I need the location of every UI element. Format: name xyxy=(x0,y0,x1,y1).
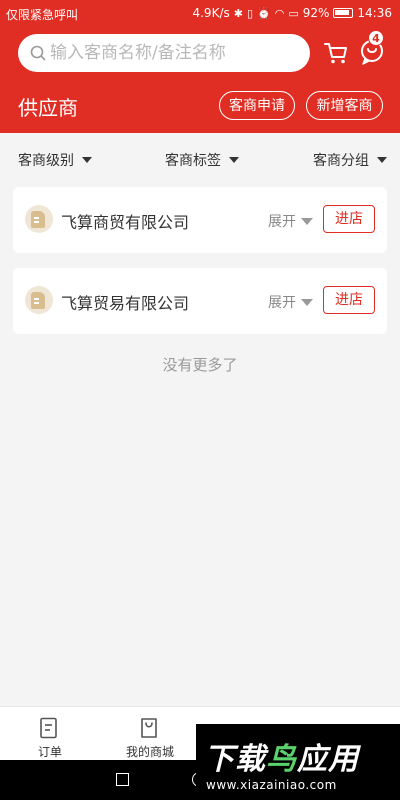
cart-icon xyxy=(324,43,347,64)
tab-orders[interactable]: 订单 xyxy=(0,707,100,761)
search-bar[interactable] xyxy=(18,34,310,72)
watermark-title: 下载鸟应用 xyxy=(204,742,359,777)
battery-percent: 92% xyxy=(302,6,330,20)
filter-label: 客商级别 xyxy=(18,153,74,169)
enter-store-button[interactable]: 进店 xyxy=(323,205,375,233)
supplier-card[interactable]: 飞算商贸有限公司 展开 进店 xyxy=(13,187,387,253)
tab-label: 我的商城 xyxy=(125,745,174,759)
watermark-url: www.xiazainiao.com xyxy=(206,778,337,792)
no-more-text: 没有更多了 xyxy=(162,356,238,374)
watermark-logo: 下载鸟应用 www.xiazainiao.com xyxy=(196,724,400,800)
caret-down-icon xyxy=(301,217,313,225)
network-speed: 4.9K/s xyxy=(192,6,230,20)
order-icon xyxy=(40,717,57,739)
sim-icon: ▭ xyxy=(288,6,299,20)
page-title: 供应商 xyxy=(18,96,78,120)
enter-store-button[interactable]: 进店 xyxy=(323,286,375,314)
caret-down-icon xyxy=(377,157,387,163)
shopping-bag-icon xyxy=(141,718,157,738)
expand-label: 展开 xyxy=(268,295,296,311)
carrier-text: 仅限紧急呼叫 xyxy=(6,8,79,22)
supplier-name: 飞算商贸有限公司 xyxy=(61,213,190,232)
battery-icon xyxy=(333,8,354,18)
cart-button[interactable] xyxy=(322,38,350,66)
bluetooth-icon: ✱ xyxy=(233,6,243,20)
search-icon xyxy=(30,45,46,61)
tab-my-mall[interactable]: 我的商城 xyxy=(100,707,200,761)
caret-down-icon xyxy=(301,298,313,306)
alarm-icon: ⏰ xyxy=(257,6,271,20)
caret-down-icon xyxy=(82,157,92,163)
filter-label: 客商分组 xyxy=(313,153,369,169)
clock: 14:36 xyxy=(357,6,392,20)
vibrate-icon: ▯ xyxy=(246,6,254,20)
filter-group[interactable]: 客商分组 xyxy=(313,150,387,170)
filter-level[interactable]: 客商级别 xyxy=(18,150,92,170)
supplier-card[interactable]: 飞算贸易有限公司 展开 进店 xyxy=(13,268,387,334)
filter-label: 客商标签 xyxy=(165,153,221,169)
expand-toggle[interactable]: 展开 xyxy=(268,211,313,231)
store-avatar-icon xyxy=(25,286,53,314)
filter-tag[interactable]: 客商标签 xyxy=(165,150,239,170)
supplier-apply-button[interactable]: 客商申请 xyxy=(219,91,295,120)
message-badge: 4 xyxy=(368,30,384,46)
expand-label: 展开 xyxy=(268,214,296,230)
caret-down-icon xyxy=(229,157,239,163)
status-icons: 4.9K/s ✱ ▯ ⏰ ◠ ▭ 92% 14:36 xyxy=(192,6,392,20)
search-input[interactable] xyxy=(50,43,280,63)
status-bar: 仅限紧急呼叫 4.9K/s ✱ ▯ ⏰ ◠ ▭ 92% 14:36 xyxy=(0,0,400,28)
store-avatar-icon xyxy=(25,205,53,233)
tab-label: 订单 xyxy=(37,745,62,759)
expand-toggle[interactable]: 展开 xyxy=(268,292,313,312)
supplier-name: 飞算贸易有限公司 xyxy=(61,294,190,313)
add-supplier-button[interactable]: 新增客商 xyxy=(306,91,383,120)
filter-bar: 客商级别 客商标签 客商分组 xyxy=(0,133,400,183)
recent-apps-icon[interactable] xyxy=(116,773,129,786)
wifi-icon: ◠ xyxy=(274,6,285,20)
